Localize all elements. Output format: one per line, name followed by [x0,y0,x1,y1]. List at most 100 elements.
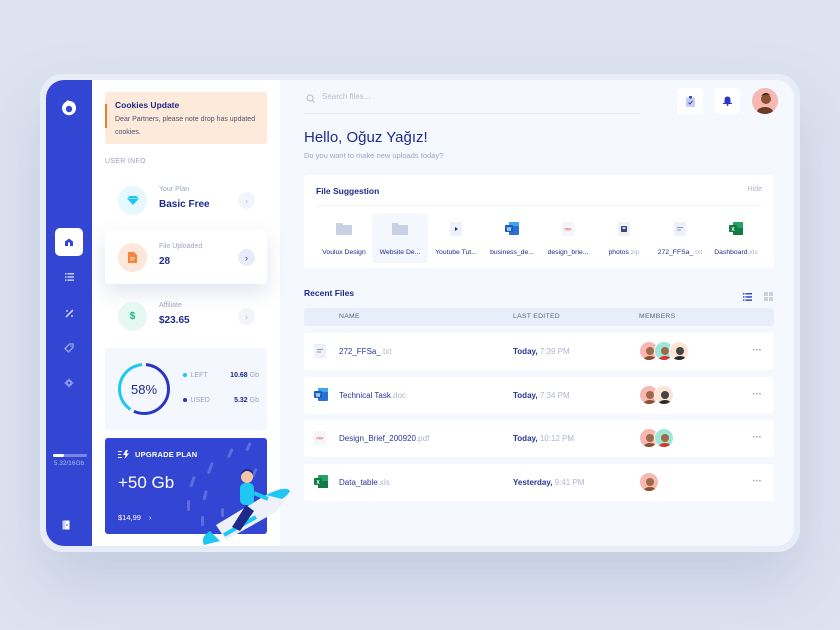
file-name[interactable]: Technical Task.doc [339,391,406,400]
nav-discounts[interactable] [55,299,83,327]
edited-time: 9:41 PM [554,478,585,487]
affiliate-chevron-right-icon[interactable]: › [238,308,255,325]
column-last-edited[interactable]: LAST EDITED [513,313,560,320]
suggestion-name: Voulux Design [316,249,372,256]
grid-view-button[interactable] [764,288,773,306]
suggestion-extension: .txt [693,249,703,256]
suggestion-item[interactable]: PDF design_brie... [540,213,596,263]
more-options-icon[interactable]: ••• [753,435,762,441]
member-avatar[interactable] [654,428,674,448]
arrow-right-icon: › [148,513,152,522]
files-chevron-right-icon[interactable]: › [238,249,255,266]
suggestion-item[interactable]: Voulux Design [316,213,372,263]
file-name[interactable]: Design_Brief_200920.pdf [339,434,429,443]
table-row[interactable]: PDF Design_Brief_200920.pdf Today, 10:12 P… [304,420,774,457]
percent-icon [65,309,73,317]
tag-icon [64,343,74,353]
edited-day: Today, [513,391,538,400]
user-avatar[interactable] [752,88,778,114]
user-info-label: USER INFO [105,158,146,165]
suggestion-item[interactable]: 272_FFSa_.txt [652,213,708,263]
plan-chevron-right-icon[interactable]: › [238,192,255,209]
plan-value: Basic Free [159,199,210,210]
suggestion-name: Youtube Tut... [428,249,484,256]
excel-file-icon: X [314,475,328,493]
cookie-title: Cookies Update [115,100,180,110]
greeting: Hello, Oğuz Yağız! [304,129,428,146]
file-name[interactable]: Data_table.xls [339,478,390,487]
nav-home[interactable] [55,228,83,256]
divider [316,205,762,206]
upgrade-title-row: UPGRADE PLAN [118,450,197,459]
more-options-icon[interactable]: ••• [753,348,762,354]
search-bar[interactable] [304,90,640,114]
drop-logo-icon[interactable] [59,98,79,118]
search-icon [306,94,315,103]
file-basename: 272_FFSa_ [339,347,381,356]
user-info-files[interactable]: File Uploaded 28 › [105,230,267,284]
list-view-button[interactable] [743,288,752,306]
cookie-body: Dear Partners, please note drop has upda… [115,116,256,136]
file-basename: Technical Task [339,391,391,400]
storage-text: 5.32/16Gb [53,460,85,467]
search-input[interactable] [322,92,622,101]
storage-usage-card: 58% LEFT 10.68 Gb USED 5.32 Gb [105,348,267,430]
suggestion-extension: .xls [747,249,758,256]
last-edited: Today, 7:39 PM [513,347,570,356]
suggestion-filename: Youtube Tut... [435,249,477,256]
table-row[interactable]: X Data_table.xls Yesterday, 9:41 PM ••• [304,464,774,501]
table-row[interactable]: 272_FFSa_.txt Today, 7:39 PM ••• [304,333,774,370]
used-label: USED [190,397,210,404]
column-members[interactable]: MEMBERS [639,313,675,320]
nav-tags[interactable] [55,334,83,362]
main-content: Hello, Oğuz Yağız! Do you want to make n… [280,80,794,546]
upgrade-price: $14,99 [118,513,141,522]
suggestion-item[interactable]: Youtube Tut... [428,213,484,263]
nav-settings[interactable] [55,369,83,397]
notifications-button[interactable] [714,88,740,114]
user-info-plan[interactable]: Your Plan Basic Free › [105,173,267,227]
door-icon [62,520,70,530]
logout-button[interactable] [62,517,70,535]
column-name[interactable]: NAME [339,313,360,320]
file-suggestion-title: File Suggestion [316,186,380,196]
left-dot [183,373,187,377]
storage-progress [53,454,87,457]
hide-suggestions-button[interactable]: Hide [748,186,762,193]
svg-text:PDF: PDF [565,228,573,232]
member-avatar[interactable] [669,341,689,361]
upgrade-title: UPGRADE PLAN [135,450,198,459]
tasks-button[interactable] [677,88,703,114]
greeting-subtitle: Do you want to make new uploads today? [304,151,444,160]
suggestion-item[interactable]: Website De... [372,213,428,263]
pdf-file-icon: PDF [314,431,326,450]
suggestion-item[interactable]: Wbusiness_de... [484,213,540,263]
upgrade-price-link[interactable]: $14,99 › [118,513,151,522]
suggestion-item[interactable]: photos.zip [596,213,652,263]
text-file-icon [674,222,686,241]
member-avatar[interactable] [654,385,674,405]
video-file-icon [450,222,462,241]
dollar-icon: $ [129,311,136,322]
table-header: NAME LAST EDITED MEMBERS [304,308,774,326]
nav-list[interactable] [55,263,83,291]
file-name[interactable]: 272_FFSa_.txt [339,347,391,356]
edited-day: Today, [513,434,538,443]
edited-day: Yesterday, [513,478,553,487]
diamond-icon [126,196,139,205]
suggestion-extension: .zip [628,249,640,256]
members-list [639,428,674,448]
cookie-notice[interactable]: Cookies Update Dear Partners, please not… [105,92,267,144]
suggestion-filename: Dashboard [714,249,748,256]
settings-icon [64,378,74,388]
bell-icon [722,96,732,106]
table-row[interactable]: W Technical Task.doc Today, 7:34 PM ••• [304,377,774,414]
suggestion-item[interactable]: X Dashboard.xls [708,213,764,263]
more-options-icon[interactable]: ••• [753,479,762,485]
suggestion-filename: photos [608,249,629,256]
files-value: 28 [159,256,171,267]
member-avatar[interactable] [639,472,659,492]
user-info-affiliate[interactable]: $ Affiliate $23.65 › [105,289,267,343]
recent-files-title: Recent Files [304,288,355,298]
more-options-icon[interactable]: ••• [753,392,762,398]
